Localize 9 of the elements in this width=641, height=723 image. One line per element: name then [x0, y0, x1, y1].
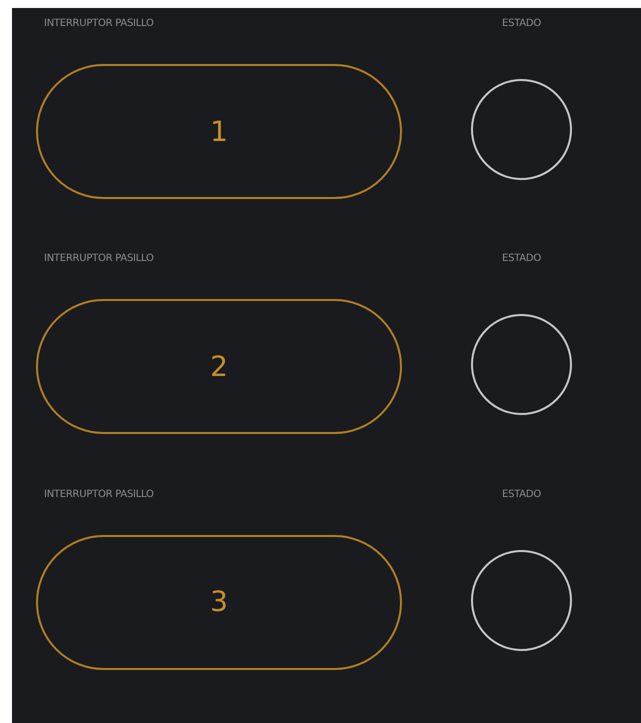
switch-button[interactable]: 1	[36, 64, 402, 199]
switch-button[interactable]: 2	[36, 299, 402, 434]
switch-label: INTERRUPTOR PASILLO	[43, 252, 154, 266]
switch-label: INTERRUPTOR PASILLO	[43, 17, 154, 31]
switch-label: INTERRUPTOR PASILLO	[43, 488, 154, 502]
status-label: ESTADO	[502, 252, 541, 266]
status-label: ESTADO	[502, 17, 541, 31]
status-label: ESTADO	[502, 488, 541, 502]
switch-button[interactable]: 3	[36, 534, 402, 670]
